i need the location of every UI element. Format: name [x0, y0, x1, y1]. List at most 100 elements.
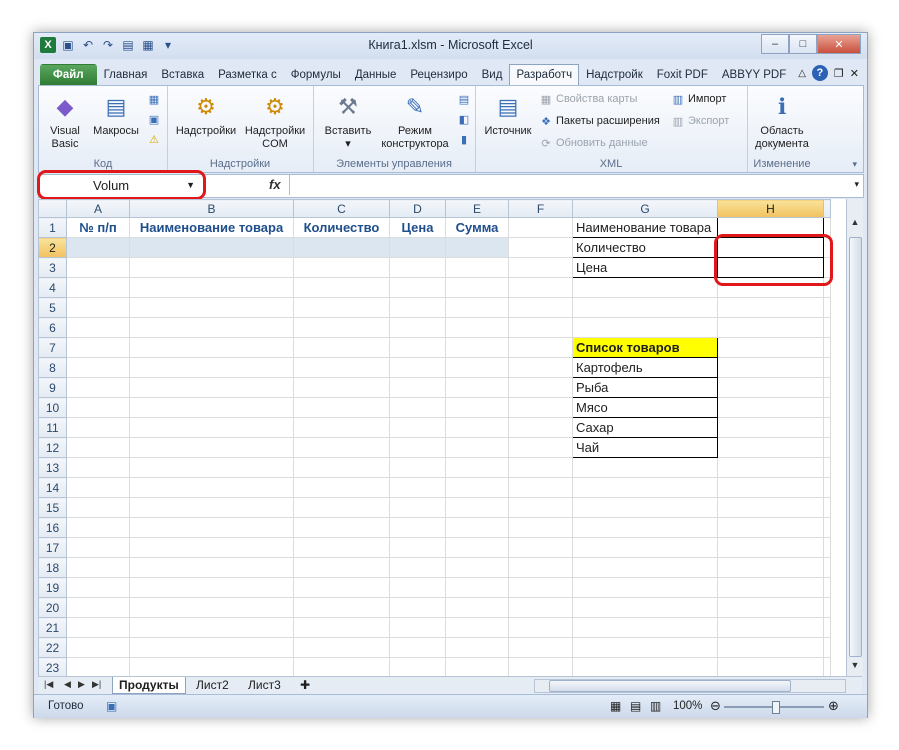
cell[interactable] — [823, 657, 831, 676]
cell[interactable] — [389, 377, 446, 398]
cell[interactable] — [445, 357, 509, 378]
column-header[interactable]: A — [66, 199, 130, 218]
page-layout-view-icon[interactable]: ▤ — [630, 699, 641, 713]
row-header[interactable]: 13 — [38, 457, 67, 478]
cell[interactable] — [129, 617, 294, 638]
insert-sheet-icon[interactable]: ✚ — [294, 677, 316, 693]
cell[interactable] — [445, 277, 509, 298]
addins-button[interactable]: ⚙ Надстройки — [173, 90, 239, 138]
cell[interactable] — [572, 597, 718, 618]
cell-grid[interactable]: A B C D E F G H 1 № п/п Наименование товара Количес… — [38, 199, 831, 676]
cell[interactable] — [717, 557, 824, 578]
cell[interactable] — [823, 637, 831, 658]
cell[interactable] — [717, 317, 824, 338]
cell[interactable] — [823, 397, 831, 418]
cell[interactable] — [508, 477, 573, 498]
cell[interactable] — [66, 537, 130, 558]
cell[interactable] — [293, 657, 390, 676]
cell[interactable] — [717, 417, 824, 438]
normal-view-icon[interactable]: ▦ — [610, 699, 621, 713]
cell[interactable] — [717, 437, 824, 458]
refresh-data-button[interactable]: ⟳ Обновить данные — [539, 136, 647, 150]
cell[interactable] — [717, 577, 824, 598]
cell[interactable] — [508, 217, 573, 238]
insert-function-icon[interactable]: fx — [269, 177, 281, 192]
cell[interactable] — [445, 437, 509, 458]
cell[interactable] — [445, 657, 509, 676]
cell[interactable] — [389, 557, 446, 578]
restore-icon[interactable]: ❐ — [834, 67, 844, 80]
cell[interactable] — [572, 537, 718, 558]
row-header[interactable]: 5 — [38, 297, 67, 318]
column-header[interactable]: D — [389, 199, 446, 218]
cell[interactable] — [508, 297, 573, 318]
cell[interactable] — [389, 417, 446, 438]
cell[interactable] — [293, 257, 390, 278]
row-header[interactable]: 14 — [38, 477, 67, 498]
zoom-level[interactable]: 100% — [673, 700, 702, 712]
cell[interactable] — [717, 357, 824, 378]
cell[interactable] — [293, 437, 390, 458]
prev-sheet-icon[interactable]: ◀ — [64, 679, 71, 690]
cell[interactable] — [293, 457, 390, 478]
cell[interactable] — [293, 517, 390, 538]
cell[interactable] — [572, 457, 718, 478]
cell[interactable] — [445, 577, 509, 598]
cell[interactable] — [293, 237, 390, 258]
cell[interactable] — [66, 617, 130, 638]
cell[interactable] — [445, 617, 509, 638]
cell[interactable] — [293, 637, 390, 658]
cell[interactable] — [389, 637, 446, 658]
cell[interactable] — [129, 637, 294, 658]
column-header[interactable]: C — [293, 199, 390, 218]
sheet-tab-3[interactable]: Лист3 — [242, 677, 287, 693]
table-header-cell[interactable]: Количество — [293, 217, 390, 238]
cell[interactable] — [572, 657, 718, 676]
tab-data[interactable]: Данные — [348, 64, 404, 85]
sheet-tab-2[interactable]: Лист2 — [190, 677, 235, 693]
row-header[interactable]: 15 — [38, 497, 67, 518]
tab-page-layout[interactable]: Разметка с — [211, 64, 284, 85]
table-header-cell[interactable]: № п/п — [66, 217, 130, 238]
zoom-in-icon[interactable]: ⊕ — [828, 698, 839, 714]
cell[interactable] — [129, 497, 294, 518]
horizontal-scroll-thumb[interactable] — [549, 680, 791, 692]
zoom-slider-knob[interactable] — [772, 701, 780, 714]
cell[interactable] — [129, 557, 294, 578]
row-header[interactable]: 4 — [38, 277, 67, 298]
cell[interactable] — [508, 237, 573, 258]
tab-home[interactable]: Главная — [97, 64, 155, 85]
cell[interactable] — [717, 377, 824, 398]
cell[interactable] — [66, 297, 130, 318]
row-header[interactable]: 7 — [38, 337, 67, 358]
page-break-view-icon[interactable]: ▥ — [650, 699, 661, 713]
cell[interactable] — [717, 517, 824, 538]
cell[interactable] — [129, 437, 294, 458]
cell[interactable] — [823, 557, 831, 578]
cell[interactable] — [389, 477, 446, 498]
cell[interactable] — [717, 457, 824, 478]
cell[interactable] — [508, 657, 573, 676]
cell[interactable] — [389, 657, 446, 676]
zoom-out-icon[interactable]: ⊖ — [710, 698, 721, 714]
com-addins-button[interactable]: ⚙ Надстройки COM — [241, 90, 309, 151]
cell[interactable] — [293, 317, 390, 338]
cell[interactable] — [508, 437, 573, 458]
vertical-scroll-thumb[interactable] — [849, 237, 862, 657]
expand-formula-bar-icon[interactable]: ▾ — [854, 179, 859, 190]
cell[interactable] — [293, 597, 390, 618]
cell[interactable] — [66, 277, 130, 298]
row-header[interactable]: 17 — [38, 537, 67, 558]
row-header[interactable]: 16 — [38, 517, 67, 538]
cell[interactable] — [508, 617, 573, 638]
cell[interactable] — [508, 317, 573, 338]
cell[interactable] — [129, 257, 294, 278]
row-header[interactable]: 11 — [38, 417, 67, 438]
column-header[interactable]: B — [129, 199, 294, 218]
row-header[interactable]: 12 — [38, 437, 67, 458]
cell[interactable] — [508, 597, 573, 618]
cell[interactable] — [823, 297, 831, 318]
cell[interactable] — [572, 477, 718, 498]
horizontal-scrollbar[interactable] — [534, 679, 846, 693]
cell[interactable] — [129, 597, 294, 618]
